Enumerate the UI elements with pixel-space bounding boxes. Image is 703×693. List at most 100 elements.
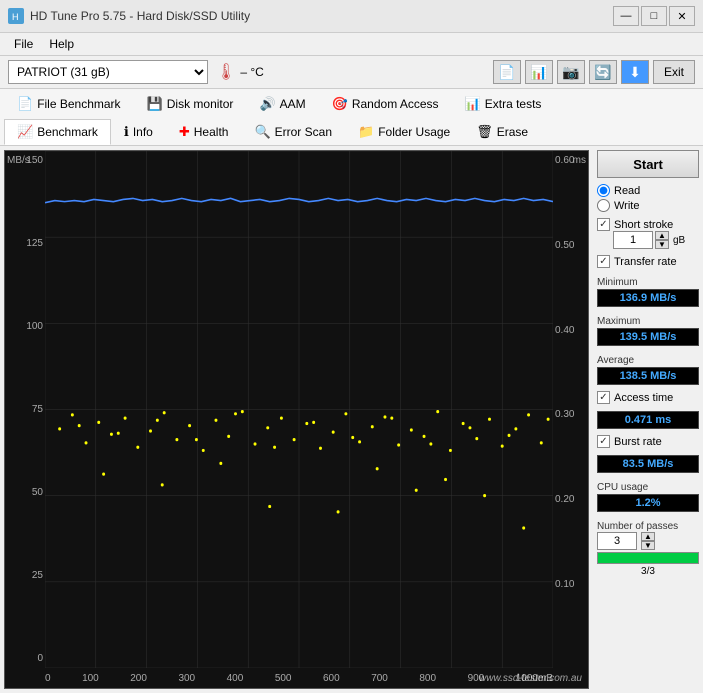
menu-help[interactable]: Help [43, 35, 80, 53]
maximum-label: Maximum [597, 316, 699, 327]
maximum-section: Maximum 139.5 MB/s [597, 313, 699, 346]
toolbar-icons: 📄 📊 📷 🔄 ⬇ Exit [493, 60, 695, 84]
chart-area: 150 125 100 75 50 25 0 0.60 0.50 0.40 0.… [4, 150, 589, 689]
tab-benchmark[interactable]: 📈 Benchmark [4, 119, 111, 145]
passes-label: Number of passes [597, 521, 699, 532]
chart-plot [45, 151, 553, 668]
maximize-button[interactable]: □ [641, 6, 667, 26]
burst-rate-checkbox[interactable]: Burst rate [597, 435, 699, 448]
y-axis-left-unit-label: MB/s [7, 155, 30, 166]
average-value: 138.5 MB/s [597, 367, 699, 385]
drive-select[interactable]: PATRIOT (31 gB) [8, 60, 208, 84]
maximum-value: 139.5 MB/s [597, 328, 699, 346]
file-benchmark-icon: 📄 [17, 96, 33, 112]
main-content: 150 125 100 75 50 25 0 0.60 0.50 0.40 0.… [0, 146, 703, 693]
minimize-button[interactable]: — [613, 6, 639, 26]
transfer-rate-check-icon [597, 255, 610, 268]
window-title: HD Tune Pro 5.75 - Hard Disk/SSD Utility [30, 9, 250, 23]
passes-progress-fill [598, 553, 698, 563]
short-stroke-section: Short stroke ▲ ▼ gB [597, 218, 699, 249]
tab-error-scan[interactable]: 🔍 Error Scan [241, 119, 345, 145]
random-access-icon: 🎯 [332, 96, 348, 112]
info-icon: ℹ [124, 124, 129, 140]
cpu-usage-section: CPU usage 1.2% [597, 479, 699, 512]
toolbar-btn-5[interactable]: ⬇ [621, 60, 649, 84]
toolbar-btn-2[interactable]: 📊 [525, 60, 553, 84]
minimum-label: Minimum [597, 277, 699, 288]
tab-folder-usage[interactable]: 📁 Folder Usage [345, 119, 463, 145]
tab-file-benchmark[interactable]: 📄 File Benchmark [4, 91, 134, 117]
tab-extra-tests[interactable]: 📊 Extra tests [452, 91, 555, 117]
tab-random-access[interactable]: 🎯 Random Access [319, 91, 452, 117]
health-icon: ✚ [179, 124, 190, 140]
window-controls: — □ ✕ [613, 6, 695, 26]
passes-input[interactable] [597, 532, 637, 550]
tab-row-2: 📈 Benchmark ℹ Info ✚ Health 🔍 Error Scan… [4, 117, 699, 145]
app-icon: H [8, 8, 24, 24]
passes-section: Number of passes ▲ ▼ 3/3 [597, 518, 699, 577]
minimum-value: 136.9 MB/s [597, 289, 699, 307]
tab-aam[interactable]: 🔊 AAM [246, 91, 318, 117]
passes-decrement[interactable]: ▼ [641, 541, 655, 550]
toolbar-btn-3[interactable]: 📷 [557, 60, 585, 84]
burst-rate-check-icon [597, 435, 610, 448]
disk-monitor-icon: 💾 [147, 96, 163, 112]
short-stroke-spin-row: ▲ ▼ gB [613, 231, 699, 249]
tab-info[interactable]: ℹ Info [111, 119, 166, 145]
average-label: Average [597, 355, 699, 366]
title-bar: H HD Tune Pro 5.75 - Hard Disk/SSD Utili… [0, 0, 703, 33]
passes-progress-text: 3/3 [597, 566, 699, 577]
toolbar-btn-1[interactable]: 📄 [493, 60, 521, 84]
menu-file[interactable]: File [8, 35, 39, 53]
folder-usage-icon: 📁 [358, 124, 374, 140]
read-write-radio-group: Read Write [597, 184, 699, 212]
passes-row: ▲ ▼ [597, 532, 699, 550]
y-axis-left: 150 125 100 75 50 25 0 [5, 151, 45, 668]
temperature-display: 🌡 – °C [216, 62, 264, 82]
read-radio[interactable]: Read [597, 184, 699, 197]
tab-disk-monitor[interactable]: 💾 Disk monitor [134, 91, 247, 117]
short-stroke-spin-buttons: ▲ ▼ [655, 231, 669, 249]
thermometer-icon: 🌡 [216, 62, 236, 82]
exit-button[interactable]: Exit [653, 60, 695, 84]
short-stroke-increment[interactable]: ▲ [655, 231, 669, 240]
short-stroke-input[interactable] [613, 231, 653, 249]
burst-rate-value: 83.5 MB/s [597, 455, 699, 473]
tab-row-1: 📄 File Benchmark 💾 Disk monitor 🔊 AAM 🎯 … [4, 89, 699, 117]
close-button[interactable]: ✕ [669, 6, 695, 26]
tab-erase[interactable]: 🗑 Erase [463, 119, 541, 145]
chart-svg [45, 151, 553, 668]
sidebar: Start Read Write Short stroke ▲ ▼ [593, 146, 703, 693]
y-axis-right: 0.60 0.50 0.40 0.30 0.20 0.10 [553, 151, 588, 668]
minimum-section: Minimum 136.9 MB/s [597, 274, 699, 307]
passes-progress-bar [597, 552, 699, 564]
x-axis: 0 100 200 300 400 500 600 700 800 900 10… [45, 668, 553, 688]
access-time-checkbox[interactable]: Access time [597, 391, 699, 404]
start-button[interactable]: Start [597, 150, 699, 178]
erase-icon: 🗑 [476, 124, 493, 140]
tab-health[interactable]: ✚ Health [166, 119, 242, 145]
short-stroke-decrement[interactable]: ▼ [655, 240, 669, 249]
access-time-check-icon [597, 391, 610, 404]
passes-spin-buttons: ▲ ▼ [641, 532, 655, 550]
cpu-usage-value: 1.2% [597, 494, 699, 512]
short-stroke-checkbox[interactable]: Short stroke [597, 218, 699, 231]
temperature-value: – °C [240, 65, 263, 79]
aam-icon: 🔊 [259, 96, 275, 112]
transfer-rate-checkbox[interactable]: Transfer rate [597, 255, 699, 268]
menu-bar: File Help [0, 33, 703, 56]
passes-increment[interactable]: ▲ [641, 532, 655, 541]
tab-bar: 📄 File Benchmark 💾 Disk monitor 🔊 AAM 🎯 … [0, 89, 703, 146]
benchmark-icon: 📈 [17, 124, 33, 140]
watermark: www.ssd-tester.com.au [479, 673, 582, 684]
write-radio[interactable]: Write [597, 199, 699, 212]
y-axis-right-unit-label: ms [573, 155, 586, 166]
toolbar: PATRIOT (31 gB) 🌡 – °C 📄 📊 📷 🔄 ⬇ Exit [0, 56, 703, 89]
cpu-usage-label: CPU usage [597, 482, 699, 493]
average-section: Average 138.5 MB/s [597, 352, 699, 385]
svg-text:H: H [12, 12, 19, 22]
toolbar-btn-4[interactable]: 🔄 [589, 60, 617, 84]
extra-tests-icon: 📊 [465, 96, 481, 112]
short-stroke-check-icon [597, 218, 610, 231]
access-time-value: 0.471 ms [597, 411, 699, 429]
